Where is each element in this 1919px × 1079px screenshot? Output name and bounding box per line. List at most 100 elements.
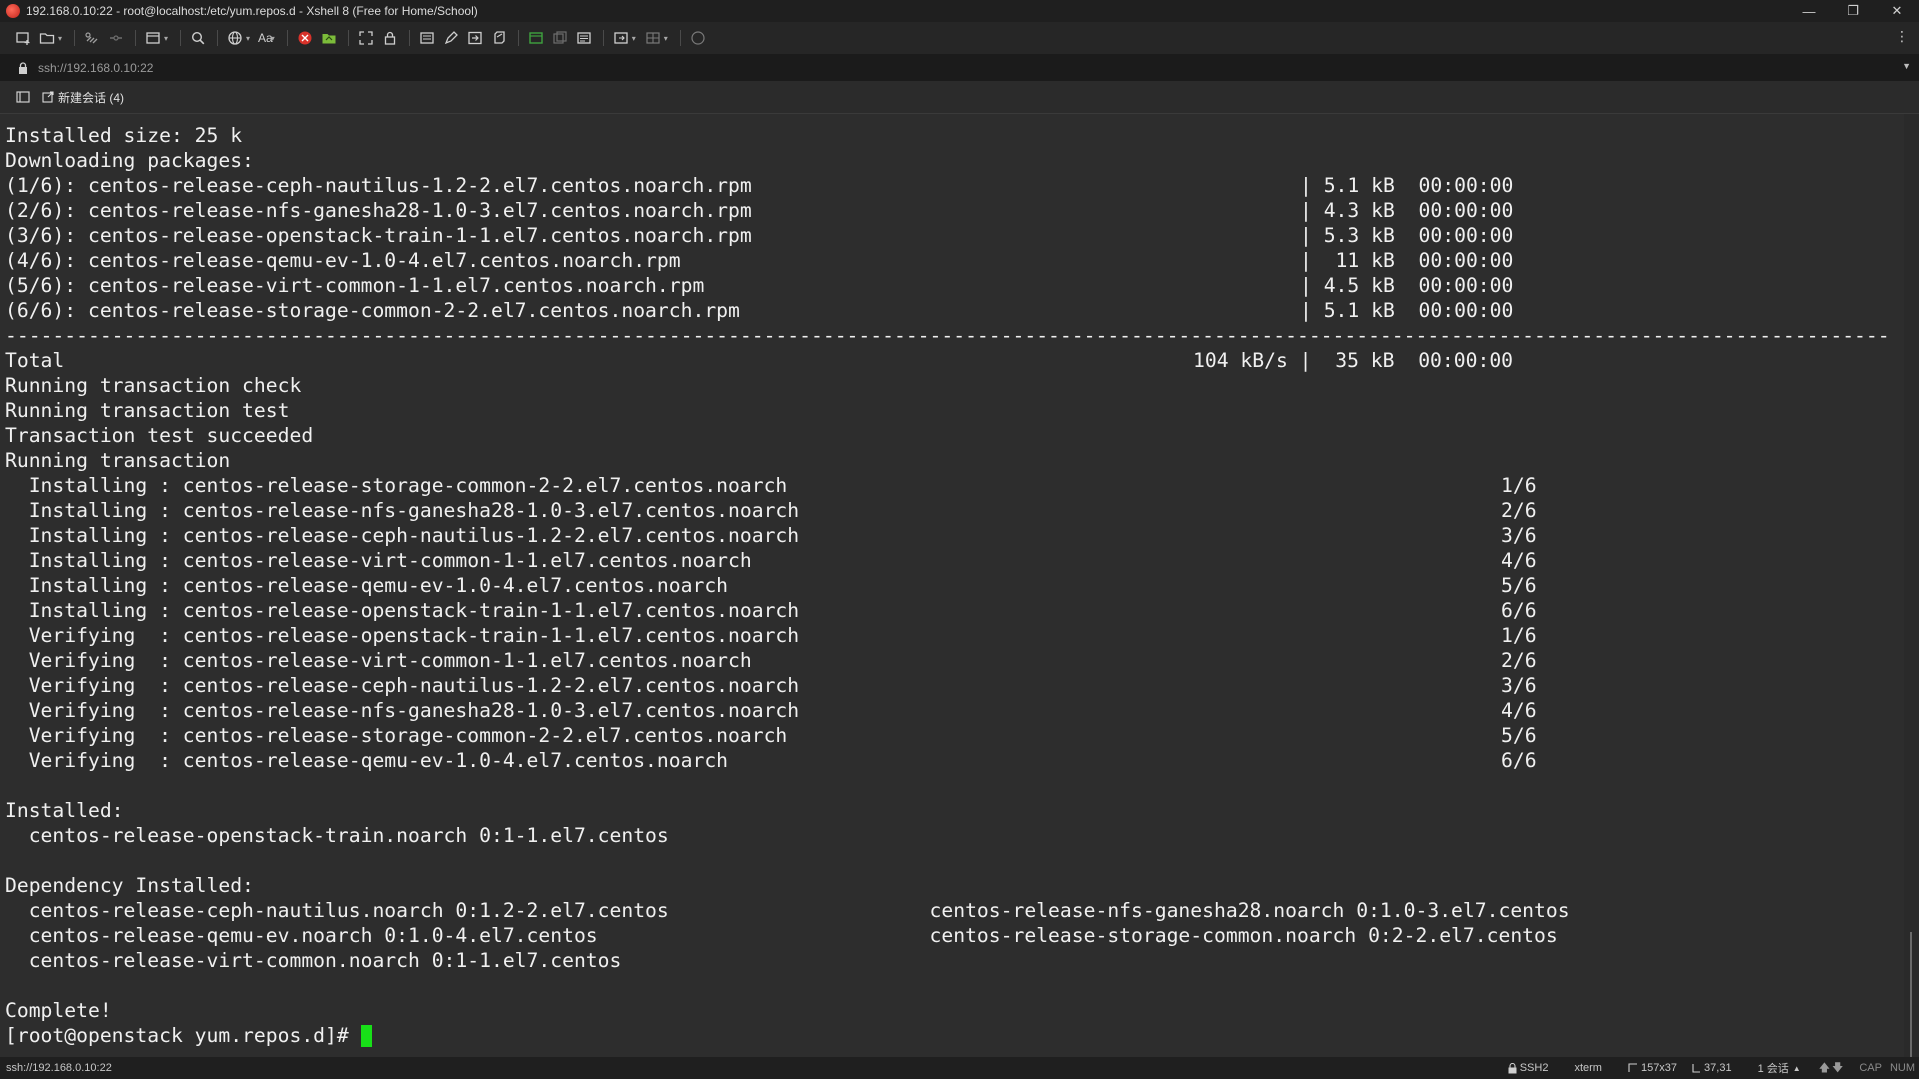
globe-icon[interactable] [226, 29, 244, 47]
lock-icon[interactable] [381, 29, 399, 47]
terminal-line-text: (4/6): centos-release-qemu-ev-1.0-4.el7.… [5, 249, 681, 272]
terminal-line: Running transaction test [5, 398, 1890, 423]
layout-dropdown-icon[interactable]: ▾ [664, 34, 668, 43]
find-icon[interactable] [189, 29, 207, 47]
xshell-red-icon[interactable] [296, 29, 314, 47]
status-bar: ssh://192.168.0.10:22 SSH2 xterm 157x37 … [0, 1057, 1919, 1079]
terminal-line: centos-release-qemu-ev.noarch 0:1.0-4.el… [5, 923, 1890, 948]
terminal-line: Installing : centos-release-storage-comm… [5, 473, 1890, 498]
terminal-line-text: Verifying : centos-release-storage-commo… [5, 724, 788, 747]
terminal-line: Installed size: 25 k [5, 123, 1890, 148]
new-window-icon[interactable] [527, 29, 545, 47]
address-input[interactable]: ssh://192.168.0.10:22 [38, 61, 153, 75]
terminal-line: (2/6): centos-release-nfs-ganesha28-1.0-… [5, 198, 1890, 223]
terminal-line-text: Installing : centos-release-ceph-nautilu… [5, 524, 800, 547]
chat-icon[interactable] [689, 29, 707, 47]
padlock-icon [18, 61, 28, 74]
open-folder-icon[interactable] [38, 29, 56, 47]
address-bar[interactable]: ssh://192.168.0.10:22 ▼ [0, 54, 1919, 81]
terminal-line: Complete! [5, 998, 1890, 1023]
tab-session[interactable]: 新建会话 (4) [38, 85, 130, 109]
terminal-line-text: Installed: [5, 799, 124, 822]
status-protocol: SSH2 [1508, 1062, 1548, 1074]
xshell-logo-icon [6, 4, 20, 18]
status-connection: ssh://192.168.0.10:22 [6, 1062, 112, 1074]
status-num-lock: NUM [1889, 1062, 1915, 1074]
terminal-prompt-line[interactable]: [root@openstack yum.repos.d]# [5, 1023, 1890, 1048]
terminal-line: Transaction test succeeded [5, 423, 1890, 448]
terminal-line: Verifying : centos-release-virt-common-1… [5, 648, 1890, 673]
toolbar-separator [679, 30, 681, 46]
terminal-line: centos-release-openstack-train.noarch 0:… [5, 823, 1890, 848]
terminal-line-text: Verifying : centos-release-ceph-nautilus… [5, 674, 800, 697]
xftp-green-icon[interactable] [320, 29, 338, 47]
terminal-line: Installing : centos-release-qemu-ev-1.0-… [5, 573, 1890, 598]
log-icon[interactable] [575, 29, 593, 47]
transfer-icon[interactable] [466, 29, 484, 47]
minimize-button[interactable]: — [1787, 0, 1831, 22]
scrollbar-thumb[interactable] [1910, 932, 1912, 1057]
external-link-icon [42, 91, 54, 103]
title-bar: 192.168.0.10:22 - root@localhost:/etc/yu… [0, 0, 1919, 22]
highlight-icon[interactable] [442, 29, 460, 47]
terminal-line: Installing : centos-release-ceph-nautilu… [5, 523, 1890, 548]
upload-arrow-icon: 🡅 [1818, 1061, 1830, 1074]
terminal-line-text: Installing : centos-release-virt-common-… [5, 549, 752, 572]
layout-icon[interactable] [644, 29, 662, 47]
toolbar-separator [286, 30, 288, 46]
more-options-icon[interactable]: ⋮ [1895, 28, 1909, 45]
terminal-scrollbar[interactable] [1904, 114, 1919, 1057]
new-tab-dropdown-icon[interactable]: ▾ [164, 34, 168, 43]
sessions-up-icon: ▲ [1792, 1063, 1801, 1073]
padlock-icon [1508, 1062, 1517, 1073]
terminal-line-text: centos-release-ceph-nautilus.noarch 0:1.… [5, 899, 1570, 922]
toolbar-separator [135, 30, 137, 46]
terminal-line-right-text: 2/6 [1501, 649, 1537, 672]
reconnect-icon[interactable] [83, 29, 101, 47]
toolbar-separator [180, 30, 182, 46]
tile-icon[interactable] [612, 29, 630, 47]
terminal-line-right-text: | 4.5 kB 00:00:00 [1300, 274, 1514, 297]
shell-prompt: [root@openstack yum.repos.d]# [5, 1024, 361, 1047]
terminal-line-text: centos-release-virt-common.noarch 0:1-1.… [5, 949, 622, 972]
terminal-line-text: (6/6): centos-release-storage-common-2-2… [5, 299, 740, 322]
terminal-line: Verifying : centos-release-nfs-ganesha28… [5, 698, 1890, 723]
terminal-line-right-text: 104 kB/s | 35 kB 00:00:00 [1193, 349, 1514, 372]
terminal-line-text: (5/6): centos-release-virt-common-1-1.el… [5, 274, 705, 297]
terminal-line: (1/6): centos-release-ceph-nautilus-1.2-… [5, 173, 1890, 198]
status-caps-lock: CAP [1859, 1062, 1882, 1074]
disconnect-icon[interactable] [107, 29, 125, 47]
globe-dropdown-icon[interactable]: ▾ [246, 34, 250, 43]
terminal-line-text: Verifying : centos-release-nfs-ganesha28… [5, 699, 800, 722]
terminal-line-right-text: | 5.1 kB 00:00:00 [1300, 299, 1514, 322]
window-title: 192.168.0.10:22 - root@localhost:/etc/yu… [26, 4, 478, 18]
terminal-area[interactable]: Installed size: 25 k Downloading packages… [0, 114, 1904, 1057]
font-dropdown-icon[interactable]: ▾ [271, 34, 275, 43]
terminal-line-right-text: 1/6 [1501, 624, 1537, 647]
tile-dropdown-icon[interactable]: ▾ [632, 34, 636, 43]
close-button[interactable]: ✕ [1875, 0, 1919, 22]
duplicate-icon[interactable] [551, 29, 569, 47]
new-session-icon[interactable] [14, 29, 32, 47]
session-manager-icon[interactable] [16, 90, 30, 104]
open-dropdown-icon[interactable]: ▾ [58, 34, 62, 43]
new-tab-icon[interactable] [144, 29, 162, 47]
toolbar-separator [347, 30, 349, 46]
compose-icon[interactable] [418, 29, 436, 47]
terminal-line: Installed: [5, 798, 1890, 823]
terminal-line-text: Installing : centos-release-storage-comm… [5, 474, 788, 497]
fullscreen-icon[interactable] [357, 29, 375, 47]
terminal-line: ----------------------------------------… [5, 323, 1890, 348]
script-icon[interactable] [490, 29, 508, 47]
terminal-line-text: Verifying : centos-release-openstack-tra… [5, 624, 800, 647]
terminal-line-text: Dependency Installed: [5, 874, 254, 897]
terminal-line: Verifying : centos-release-qemu-ev-1.0-4… [5, 748, 1890, 773]
terminal-line: centos-release-ceph-nautilus.noarch 0:1.… [5, 898, 1890, 923]
maximize-button[interactable]: ❐ [1831, 0, 1875, 22]
status-sessions[interactable]: 1 会话 ▲ [1758, 1060, 1801, 1076]
toolbar-separator [408, 30, 410, 46]
address-dropdown-icon[interactable]: ▼ [1902, 61, 1911, 71]
terminal-line: Downloading packages: [5, 148, 1890, 173]
